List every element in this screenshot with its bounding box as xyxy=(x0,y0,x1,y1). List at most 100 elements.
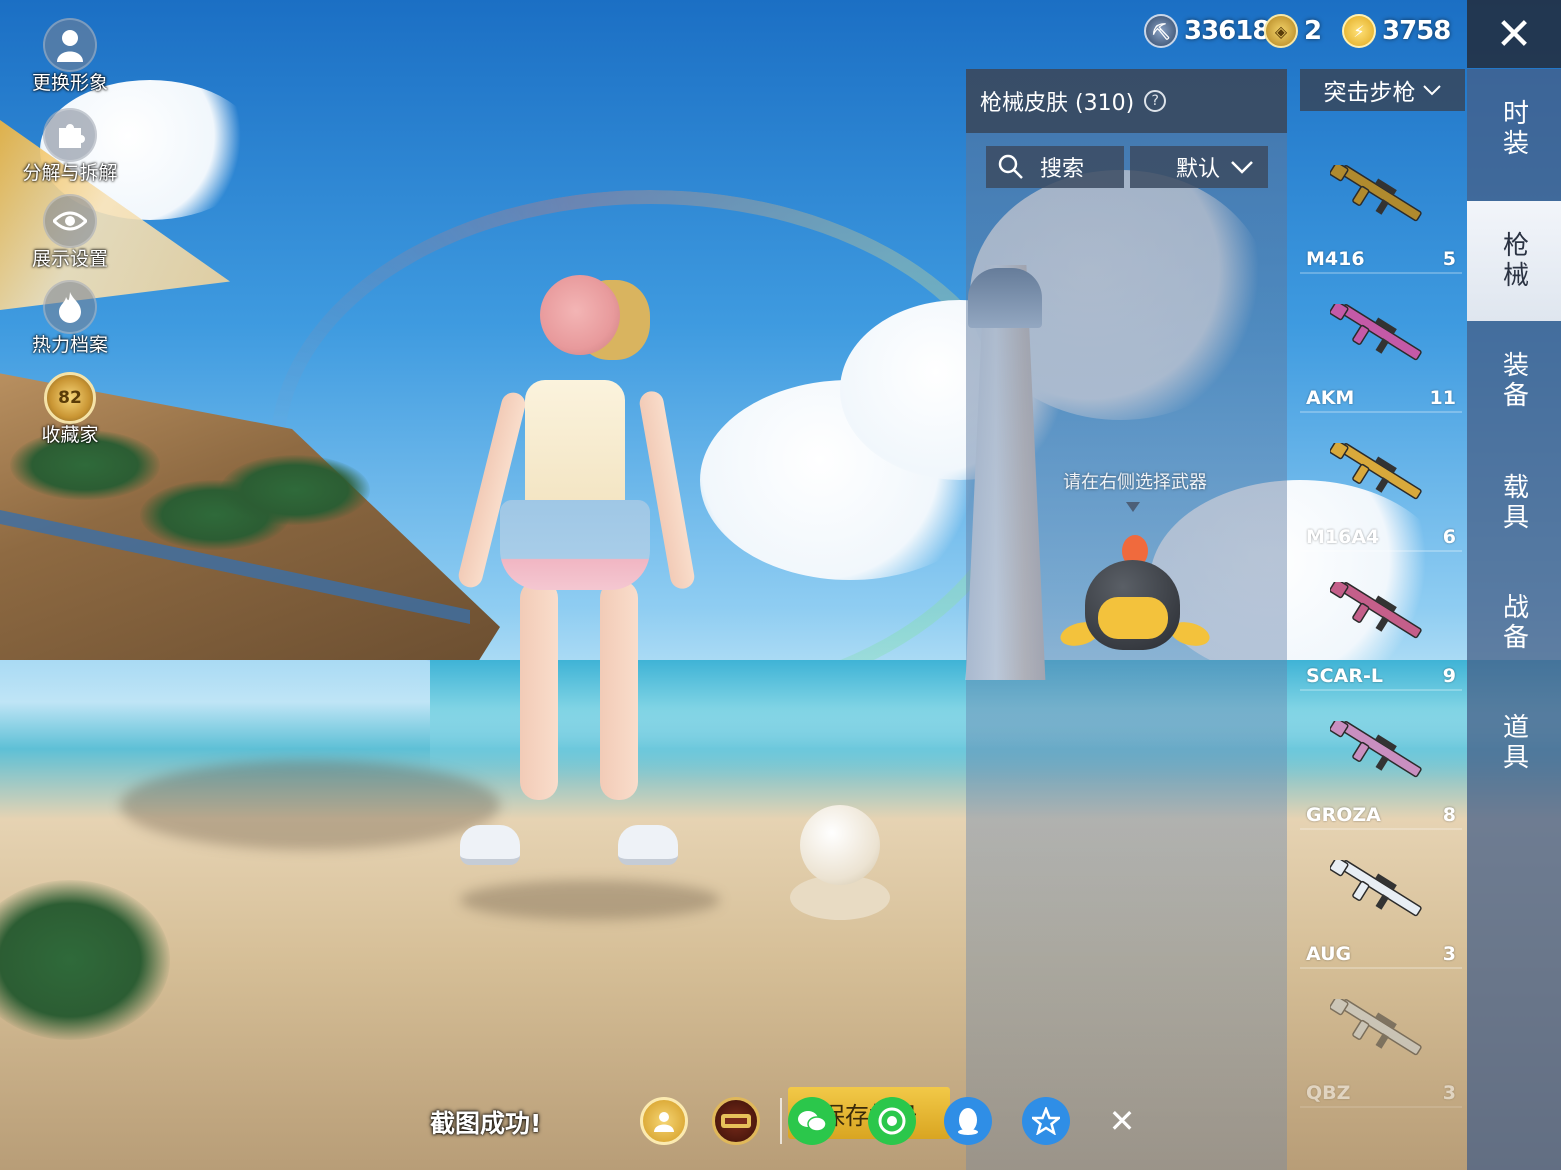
weapon-item-m16a4[interactable]: M16A4 6 xyxy=(1300,413,1462,552)
character-shoe xyxy=(460,825,520,865)
change-appearance-label: 更换形象 xyxy=(31,72,108,94)
weapon-item-qbz[interactable]: QBZ 3 xyxy=(1300,969,1462,1108)
flame-icon xyxy=(43,280,97,334)
sort-dropdown[interactable]: 默认 xyxy=(1130,146,1268,188)
coin-currency[interactable]: ⛏ 33618 xyxy=(1144,14,1270,48)
rifle-icon xyxy=(1330,582,1422,639)
eye-icon xyxy=(43,194,97,248)
rifle-icon xyxy=(1330,860,1422,917)
weapon-skin-count: 8 xyxy=(1442,804,1456,826)
coin-value: 33618 xyxy=(1184,16,1270,46)
weapon-name: M416 xyxy=(1306,248,1365,270)
sort-label: 默认 xyxy=(1175,157,1220,182)
panel-title: 枪械皮肤 (310) xyxy=(980,91,1135,116)
close-button[interactable]: ✕ xyxy=(1467,0,1561,68)
player-character xyxy=(440,270,710,910)
heat-archive-button[interactable]: 热力档案 xyxy=(20,280,120,357)
weapon-name: QBZ xyxy=(1306,1082,1351,1104)
weapon-item-akm[interactable]: AKM 11 xyxy=(1300,274,1462,413)
display-settings-button[interactable]: 展示设置 xyxy=(20,194,120,271)
character-leg xyxy=(600,580,638,800)
palm-leaf xyxy=(0,880,170,1040)
weapon-skin-count: 6 xyxy=(1442,526,1456,548)
game-logo-icon xyxy=(721,1114,751,1128)
weapon-list: M416 5 AKM 11 M16A4 6 SCAR-L 9 GROZA 8 AUG 3 QBZ 3 xyxy=(1300,135,1465,1108)
screenshot-success-toast: 截图成功! xyxy=(430,1109,542,1138)
energy-currency[interactable]: ⚡ 3758 xyxy=(1342,14,1451,48)
disassemble-label: 分解与拆解 xyxy=(22,162,118,184)
wechat-icon xyxy=(798,1111,827,1132)
weapon-skin-count: 3 xyxy=(1442,943,1456,965)
avatar-share-button[interactable] xyxy=(640,1097,688,1145)
rifle-icon xyxy=(1330,999,1422,1056)
puzzle-icon xyxy=(43,108,97,162)
rifle-icon xyxy=(1330,165,1422,222)
search-button[interactable]: 搜索 xyxy=(986,146,1124,188)
pig-mask xyxy=(540,275,620,355)
qq-penguin-icon xyxy=(958,1108,978,1135)
peace-elite-share-button[interactable] xyxy=(712,1097,760,1145)
weapon-name: M16A4 xyxy=(1306,526,1380,548)
search-icon xyxy=(998,154,1023,179)
collector-badge-icon: 82 xyxy=(44,372,96,424)
token-currency[interactable]: ◈ 2 xyxy=(1264,14,1322,48)
aperture-icon xyxy=(878,1107,906,1135)
character-top xyxy=(525,380,625,510)
chevron-down-icon xyxy=(1231,161,1253,174)
weapon-name: AUG xyxy=(1306,943,1352,965)
weapon-skin-count: 3 xyxy=(1442,1082,1456,1104)
token-icon: ◈ xyxy=(1264,14,1298,48)
moments-share-button[interactable] xyxy=(868,1097,916,1145)
tab-3[interactable]: 载具 xyxy=(1467,443,1561,563)
person-icon xyxy=(43,18,97,72)
close-icon: ✕ xyxy=(1108,1102,1136,1140)
chevron-down-icon xyxy=(1422,85,1441,96)
character-skirt xyxy=(500,500,650,590)
help-icon[interactable]: ? xyxy=(1144,90,1167,112)
weapon-name: SCAR-L xyxy=(1306,665,1383,687)
wechat-share-button[interactable] xyxy=(788,1097,836,1145)
display-settings-label: 展示设置 xyxy=(31,248,108,270)
weapon-skin-count: 9 xyxy=(1442,665,1456,687)
collector-label: 收藏家 xyxy=(41,424,99,446)
character-leg xyxy=(520,580,558,800)
close-icon: ✕ xyxy=(1495,8,1533,60)
token-value: 2 xyxy=(1304,16,1322,46)
category-label: 突击步枪 xyxy=(1323,80,1416,106)
weapon-skin-count: 11 xyxy=(1429,387,1456,409)
weapon-item-scar-l[interactable]: SCAR-L 9 xyxy=(1300,552,1462,691)
collector-button[interactable]: 82 收藏家 xyxy=(20,372,120,447)
energy-value: 3758 xyxy=(1382,16,1451,46)
weapon-item-groza[interactable]: GROZA 8 xyxy=(1300,691,1462,830)
tab-1[interactable]: 枪械 xyxy=(1467,201,1561,321)
share-divider xyxy=(780,1098,782,1144)
pet-companion xyxy=(790,785,890,925)
pet-body xyxy=(800,805,880,885)
disassemble-button[interactable]: 分解与拆解 xyxy=(20,108,120,185)
rifle-icon xyxy=(1330,304,1422,361)
qq-share-button[interactable] xyxy=(944,1097,992,1145)
weapon-skin-count: 5 xyxy=(1442,248,1456,270)
star-icon xyxy=(1032,1107,1060,1135)
tab-5[interactable]: 道具 xyxy=(1467,683,1561,803)
lightning-icon: ⚡ xyxy=(1342,14,1376,48)
hint-arrow-icon xyxy=(1126,502,1140,512)
mascot-bird-helmet xyxy=(1057,535,1213,675)
weapon-category-dropdown[interactable]: 突击步枪 xyxy=(1300,69,1465,111)
weapon-name: AKM xyxy=(1306,387,1355,409)
qzone-share-button[interactable] xyxy=(1022,1097,1070,1145)
weapon-item-m416[interactable]: M416 5 xyxy=(1300,135,1462,274)
palm-tree xyxy=(220,455,370,525)
change-appearance-button[interactable]: 更换形象 xyxy=(20,18,120,95)
tab-0[interactable]: 时装 xyxy=(1467,69,1561,189)
rifle-icon xyxy=(1330,721,1422,778)
weapon-name: GROZA xyxy=(1306,804,1381,826)
search-label: 搜索 xyxy=(1040,157,1085,182)
bird-face xyxy=(1098,597,1168,639)
weapon-item-aug[interactable]: AUG 3 xyxy=(1300,830,1462,969)
close-share-button[interactable]: ✕ xyxy=(1098,1097,1146,1145)
person-circle-icon xyxy=(654,1112,674,1132)
character-shoe xyxy=(618,825,678,865)
tab-2[interactable]: 装备 xyxy=(1467,321,1561,441)
tab-4[interactable]: 战备 xyxy=(1467,563,1561,683)
